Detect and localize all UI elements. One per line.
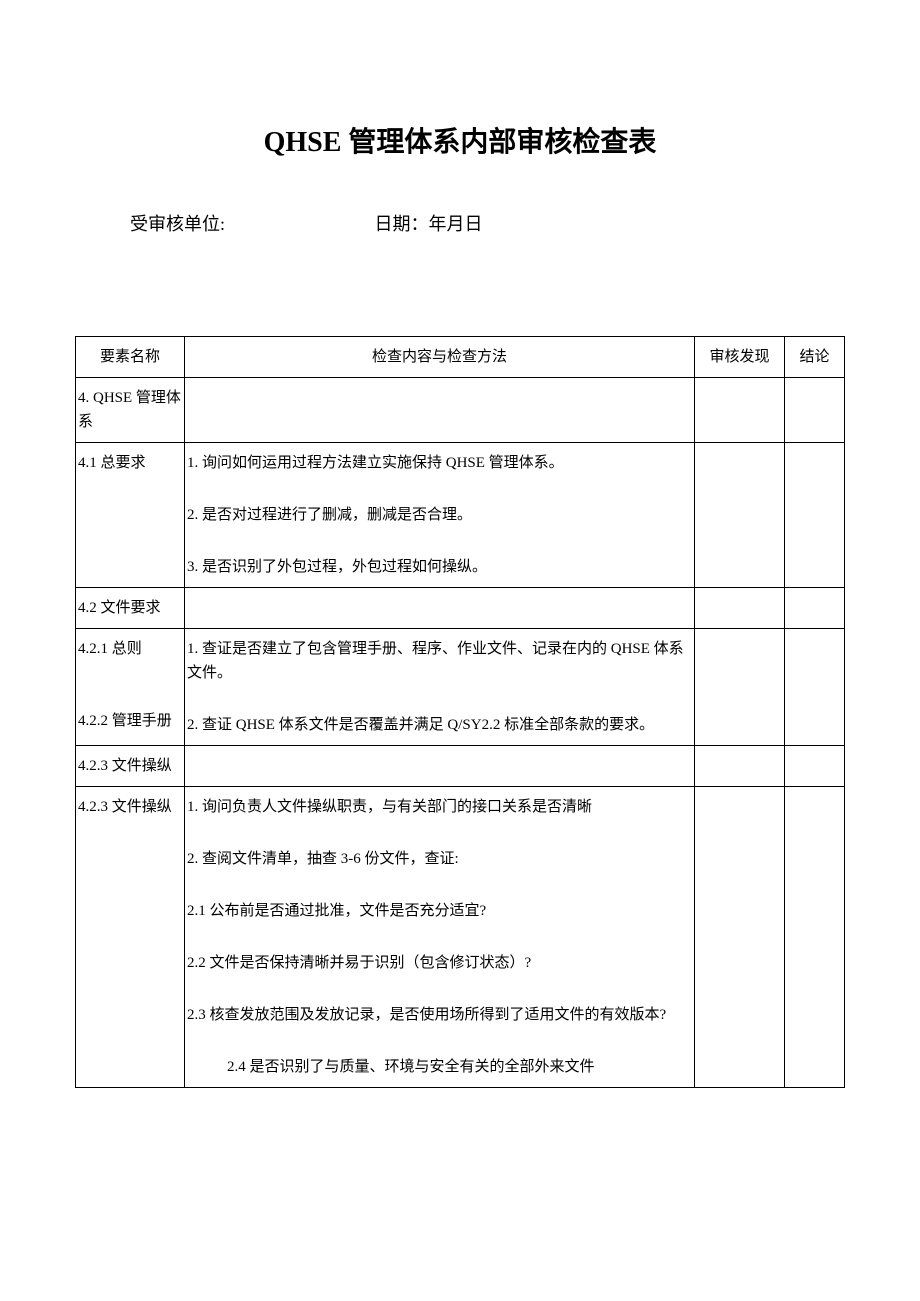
- finding-cell: [695, 588, 785, 629]
- content-line: 3. 是否识别了外包过程，外包过程如何操纵。: [187, 555, 692, 579]
- content-cell: 1. 询问负责人文件操纵职责，与有关部门的接口关系是否清晰 2. 查阅文件清单，…: [185, 787, 695, 1088]
- element-sub-b: 4.2.2 管理手册: [78, 709, 182, 733]
- content-cell: 1. 询问如何运用过程方法建立实施保持 QHSE 管理体系。 2. 是否对过程进…: [185, 443, 695, 588]
- element-sub-a: 4.2.1 总则: [78, 637, 182, 661]
- content-cell: [185, 746, 695, 787]
- conclusion-cell: [785, 588, 845, 629]
- table-row: 4.2.3 文件操纵: [76, 746, 845, 787]
- table-row: 4.2.1 总则 4.2.2 管理手册 1. 查证是否建立了包含管理手册、程序、…: [76, 629, 845, 746]
- element-cell: 4.2 文件要求: [76, 588, 185, 629]
- content-line: 1. 查证是否建立了包含管理手册、程序、作业文件、记录在内的 QHSE 体系文件…: [187, 637, 692, 685]
- element-cell: 4.1 总要求: [76, 443, 185, 588]
- content-cell: [185, 588, 695, 629]
- audited-unit-label: 受审核单位:: [130, 210, 225, 236]
- element-cell: 4.2.3 文件操纵: [76, 746, 185, 787]
- finding-cell: [695, 443, 785, 588]
- finding-cell: [695, 787, 785, 1088]
- table-row: 4.1 总要求 1. 询问如何运用过程方法建立实施保持 QHSE 管理体系。 2…: [76, 443, 845, 588]
- audit-table: 要素名称 检查内容与检查方法 审核发现 结论 4. QHSE 管理体系 4.1 …: [75, 336, 845, 1088]
- conclusion-cell: [785, 443, 845, 588]
- element-cell: 4.2.3 文件操纵: [76, 787, 185, 1088]
- content-cell: 1. 查证是否建立了包含管理手册、程序、作业文件、记录在内的 QHSE 体系文件…: [185, 629, 695, 746]
- conclusion-cell: [785, 629, 845, 746]
- content-line: 2. 查阅文件清单，抽查 3-6 份文件，查证:: [187, 847, 692, 871]
- content-line: 1. 询问负责人文件操纵职责，与有关部门的接口关系是否清晰: [187, 795, 692, 819]
- table-row: 4.2.3 文件操纵 1. 询问负责人文件操纵职责，与有关部门的接口关系是否清晰…: [76, 787, 845, 1088]
- table-row: 4.2 文件要求: [76, 588, 845, 629]
- content-line: 2. 查证 QHSE 体系文件是否覆盖并满足 Q/SY2.2 标准全部条款的要求…: [187, 713, 692, 737]
- content-line: 2. 是否对过程进行了删减，删减是否合理。: [187, 503, 692, 527]
- page-title: QHSE 管理体系内部审核检查表: [75, 120, 845, 160]
- conclusion-cell: [785, 378, 845, 443]
- header-finding: 审核发现: [695, 337, 785, 378]
- table-header-row: 要素名称 检查内容与检查方法 审核发现 结论: [76, 337, 845, 378]
- content-line: 1. 询问如何运用过程方法建立实施保持 QHSE 管理体系。: [187, 451, 692, 475]
- table-row: 4. QHSE 管理体系: [76, 378, 845, 443]
- header-element: 要素名称: [76, 337, 185, 378]
- element-cell: 4.2.1 总则 4.2.2 管理手册: [76, 629, 185, 746]
- finding-cell: [695, 378, 785, 443]
- header-content: 检查内容与检查方法: [185, 337, 695, 378]
- content-cell: [185, 378, 695, 443]
- content-line: 2.4 是否识别了与质量、环境与安全有关的全部外来文件: [187, 1055, 692, 1079]
- element-cell: 4. QHSE 管理体系: [76, 378, 185, 443]
- finding-cell: [695, 629, 785, 746]
- content-line: 2.3 核查发放范围及发放记录，是否使用场所得到了适用文件的有效版本?: [187, 1003, 692, 1027]
- content-line: 2.2 文件是否保持清晰并易于识别（包含修订状态）?: [187, 951, 692, 975]
- meta-row: 受审核单位: 日期：年月日: [75, 210, 845, 236]
- header-conclusion: 结论: [785, 337, 845, 378]
- content-line: 2.1 公布前是否通过批准，文件是否充分适宜?: [187, 899, 692, 923]
- conclusion-cell: [785, 787, 845, 1088]
- conclusion-cell: [785, 746, 845, 787]
- date-label: 日期：年月日: [375, 210, 483, 236]
- finding-cell: [695, 746, 785, 787]
